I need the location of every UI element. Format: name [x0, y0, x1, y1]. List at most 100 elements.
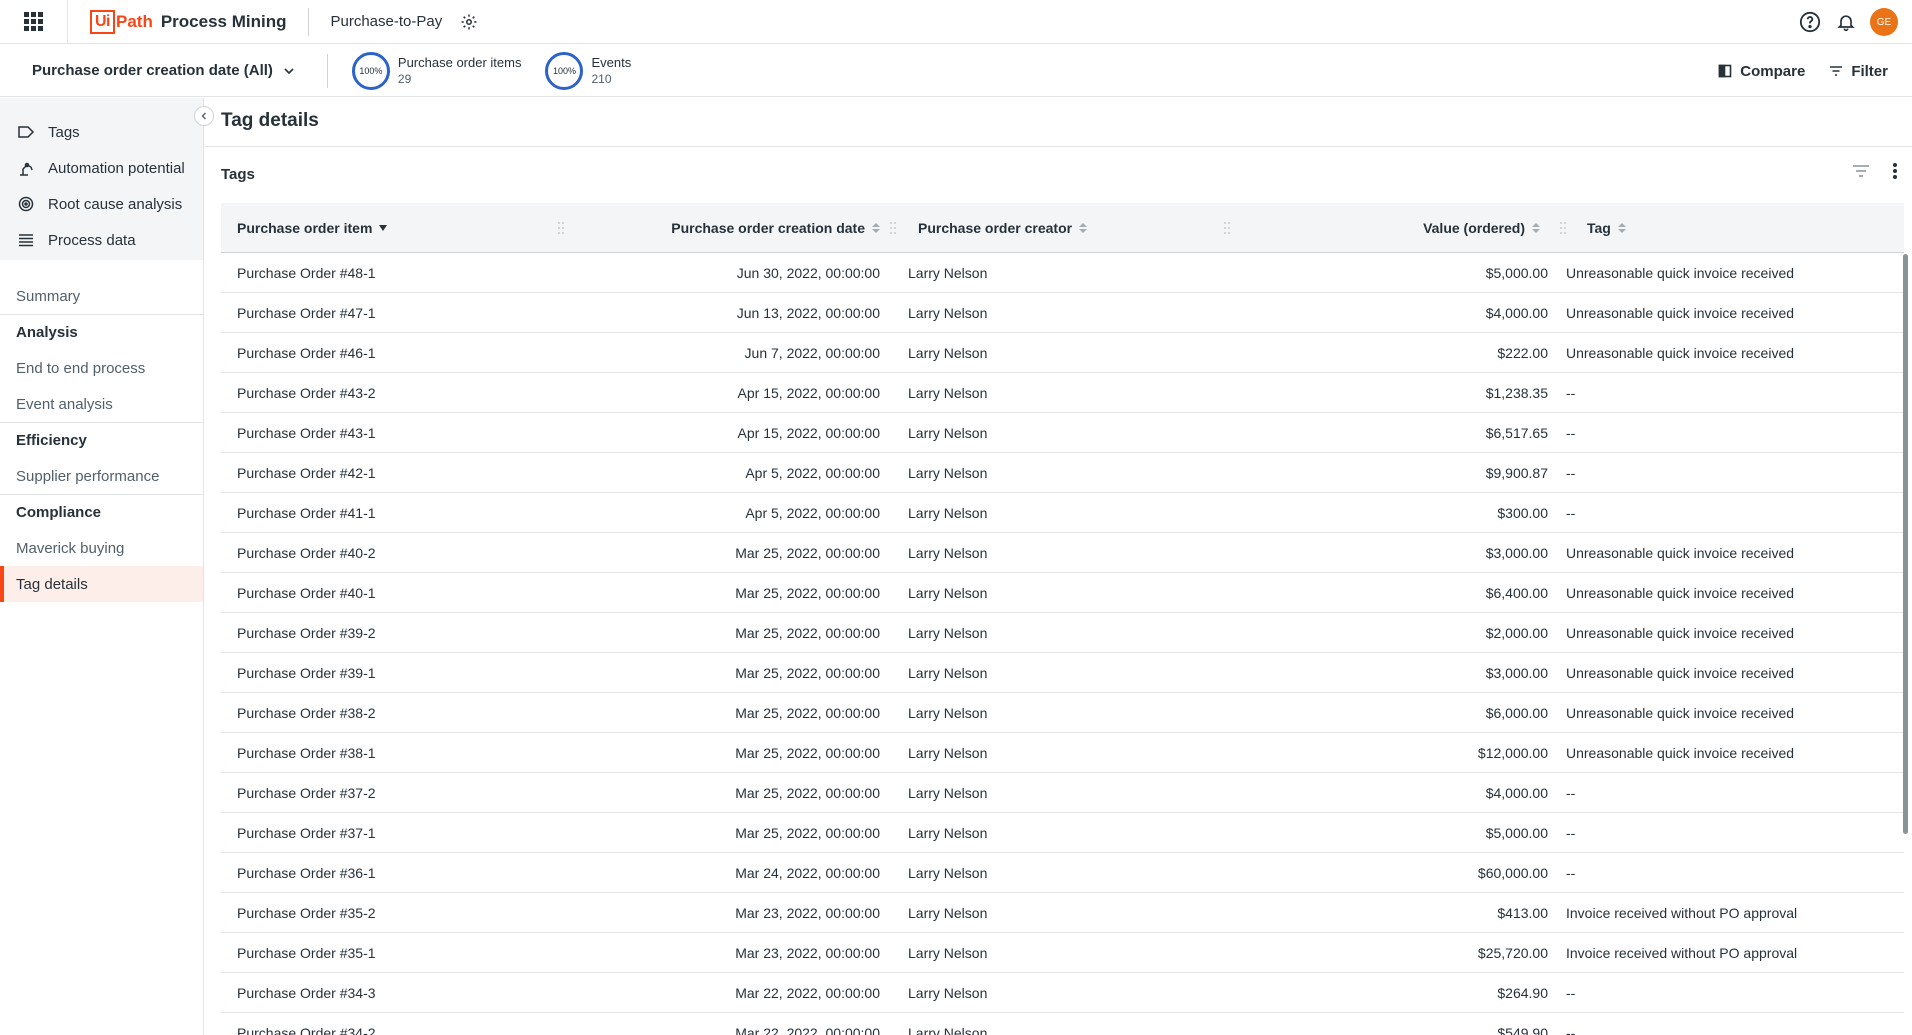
divider — [205, 146, 1912, 147]
cell-creation-date: Mar 25, 2022, 00:00:00 — [735, 625, 880, 641]
column-resize-handle[interactable] — [1223, 220, 1231, 236]
gear-icon — [461, 14, 477, 29]
process-title: Purchase-to-Pay — [330, 13, 443, 30]
column-header-purchase-order-item[interactable]: Purchase order item — [237, 203, 388, 253]
notifications-button[interactable] — [1828, 4, 1864, 40]
table-row[interactable]: Purchase Order #35-2 Mar 23, 2022, 00:00:… — [221, 893, 1904, 933]
cell-creator: Larry Nelson — [908, 865, 988, 881]
cell-purchase-order-item: Purchase Order #48-1 — [237, 265, 376, 281]
cell-purchase-order-item: Purchase Order #38-2 — [237, 705, 376, 721]
table-row[interactable]: Purchase Order #47-1 Jun 13, 2022, 00:00:… — [221, 293, 1904, 333]
nav-end-to-end-process[interactable]: End to end process — [0, 350, 203, 386]
cell-creation-date: Jun 13, 2022, 00:00:00 — [736, 305, 880, 321]
cell-value-ordered: $4,000.00 — [1485, 305, 1548, 321]
column-header-creator[interactable]: Purchase order creator — [918, 203, 1088, 253]
cell-value-ordered: $60,000.00 — [1477, 865, 1548, 881]
nav-summary[interactable]: Summary — [0, 278, 203, 314]
table-filter-button[interactable] — [1852, 164, 1870, 182]
table-row[interactable]: Purchase Order #38-2 Mar 25, 2022, 00:00:… — [221, 693, 1904, 733]
cell-creator: Larry Nelson — [908, 425, 988, 441]
column-header-tag[interactable]: Tag — [1587, 203, 1626, 253]
compare-button[interactable]: Compare — [1718, 63, 1805, 80]
card-tools — [1852, 162, 1898, 184]
nav-tag-details[interactable]: Tag details — [0, 566, 203, 602]
table-row[interactable]: Purchase Order #39-1 Mar 25, 2022, 00:00:… — [221, 653, 1904, 693]
cell-creation-date: Mar 25, 2022, 00:00:00 — [735, 705, 880, 721]
table-row[interactable]: Purchase Order #43-1 Apr 15, 2022, 00:00:… — [221, 413, 1904, 453]
table-scrollbar[interactable] — [1903, 254, 1908, 834]
cell-tag: -- — [1566, 465, 1576, 481]
sort-icon — [1532, 223, 1540, 233]
table-row[interactable]: Purchase Order #39-2 Mar 25, 2022, 00:00:… — [221, 613, 1904, 653]
cell-purchase-order-item: Purchase Order #47-1 — [237, 305, 376, 321]
uipath-logo-text: Path — [116, 11, 153, 31]
collapse-sidebar-button[interactable] — [194, 106, 214, 126]
brand[interactable]: Ui Path Process Mining — [90, 0, 286, 44]
help-button[interactable] — [1792, 4, 1828, 40]
cell-tag: -- — [1566, 385, 1576, 401]
more-options-button[interactable] — [1892, 162, 1898, 184]
table-row[interactable]: Purchase Order #34-2 Mar 22, 2022, 00:00:… — [221, 1013, 1904, 1035]
compare-label: Compare — [1740, 62, 1806, 80]
table-row[interactable]: Purchase Order #40-2 Mar 25, 2022, 00:00:… — [221, 533, 1904, 573]
cell-creator: Larry Nelson — [908, 345, 988, 361]
cell-creation-date: Mar 25, 2022, 00:00:00 — [735, 785, 880, 801]
column-resize-handle[interactable] — [889, 220, 897, 236]
table-header: Purchase order item Purchase order creat… — [221, 203, 1904, 253]
cell-value-ordered: $3,000.00 — [1485, 665, 1548, 681]
filter-label: Filter — [1851, 62, 1888, 80]
table-row[interactable]: Purchase Order #41-1 Apr 5, 2022, 00:00:0… — [221, 493, 1904, 533]
cell-creator: Larry Nelson — [908, 985, 988, 1001]
column-resize-handle[interactable] — [557, 220, 565, 236]
column-header-value-ordered[interactable]: Value (ordered) — [1423, 203, 1540, 253]
sidebar-tools: Tags Automation potential Root cause ana… — [0, 98, 203, 260]
nav-supplier-performance[interactable]: Supplier performance — [0, 458, 203, 494]
table-body: Purchase Order #48-1 Jun 30, 2022, 00:00:… — [221, 253, 1904, 1035]
sidebar-item-root-cause-analysis[interactable]: Root cause analysis — [0, 186, 203, 222]
date-filter-dropdown[interactable]: Purchase order creation date (All) — [32, 62, 295, 79]
cell-creator: Larry Nelson — [908, 1025, 988, 1035]
cell-tag: -- — [1566, 425, 1576, 441]
cell-creation-date: Mar 24, 2022, 00:00:00 — [735, 865, 880, 881]
apps-grid-icon — [24, 12, 43, 31]
sidebar-item-label: Tags — [48, 123, 80, 141]
cell-creation-date: Mar 23, 2022, 00:00:00 — [735, 945, 880, 961]
cell-creator: Larry Nelson — [908, 505, 988, 521]
metric-label: Purchase order items — [397, 54, 522, 70]
table-row[interactable]: Purchase Order #35-1 Mar 23, 2022, 00:00:… — [221, 933, 1904, 973]
column-resize-handle[interactable] — [1559, 220, 1567, 236]
table-row[interactable]: Purchase Order #36-1 Mar 24, 2022, 00:00:… — [221, 853, 1904, 893]
table-row[interactable]: Purchase Order #48-1 Jun 30, 2022, 00:00:… — [221, 253, 1904, 293]
cell-value-ordered: $222.00 — [1497, 345, 1548, 361]
app-launcher-button[interactable] — [0, 0, 68, 44]
cell-creation-date: Apr 15, 2022, 00:00:00 — [737, 385, 880, 401]
table-row[interactable]: Purchase Order #37-1 Mar 25, 2022, 00:00:… — [221, 813, 1904, 853]
product-name: Process Mining — [160, 11, 287, 31]
cell-tag: Invoice received without PO approval — [1566, 905, 1798, 921]
cell-purchase-order-item: Purchase Order #37-2 — [237, 785, 376, 801]
sidebar-item-tags[interactable]: Tags — [0, 114, 203, 150]
table-row[interactable]: Purchase Order #34-3 Mar 22, 2022, 00:00:… — [221, 973, 1904, 1013]
table-row[interactable]: Purchase Order #42-1 Apr 5, 2022, 00:00:0… — [221, 453, 1904, 493]
table-row[interactable]: Purchase Order #46-1 Jun 7, 2022, 00:00:0… — [221, 333, 1904, 373]
cell-value-ordered: $5,000.00 — [1485, 825, 1548, 841]
cell-purchase-order-item: Purchase Order #34-3 — [237, 985, 376, 1001]
sidebar-item-process-data[interactable]: Process data — [0, 222, 203, 258]
settings-button[interactable] — [458, 11, 480, 33]
metric-value: 29 — [397, 71, 412, 86]
filter-button[interactable]: Filter — [1829, 63, 1888, 80]
metric-events: 100% Events 210 — [545, 51, 631, 90]
column-header-label: Purchase order creation date — [671, 220, 865, 236]
cell-purchase-order-item: Purchase Order #43-1 — [237, 425, 376, 441]
table-row[interactable]: Purchase Order #38-1 Mar 25, 2022, 00:00:… — [221, 733, 1904, 773]
nav-event-analysis[interactable]: Event analysis — [0, 386, 203, 422]
target-icon — [17, 195, 35, 213]
sidebar-item-automation-potential[interactable]: Automation potential — [0, 150, 203, 186]
table-row[interactable]: Purchase Order #40-1 Mar 25, 2022, 00:00:… — [221, 573, 1904, 613]
user-avatar[interactable]: GE — [1870, 8, 1898, 36]
table-row[interactable]: Purchase Order #43-2 Apr 15, 2022, 00:00:… — [221, 373, 1904, 413]
nav-maverick-buying[interactable]: Maverick buying — [0, 530, 203, 566]
column-header-creation-date[interactable]: Purchase order creation date — [671, 203, 880, 253]
cell-creator: Larry Nelson — [908, 945, 988, 961]
table-row[interactable]: Purchase Order #37-2 Mar 25, 2022, 00:00:… — [221, 773, 1904, 813]
